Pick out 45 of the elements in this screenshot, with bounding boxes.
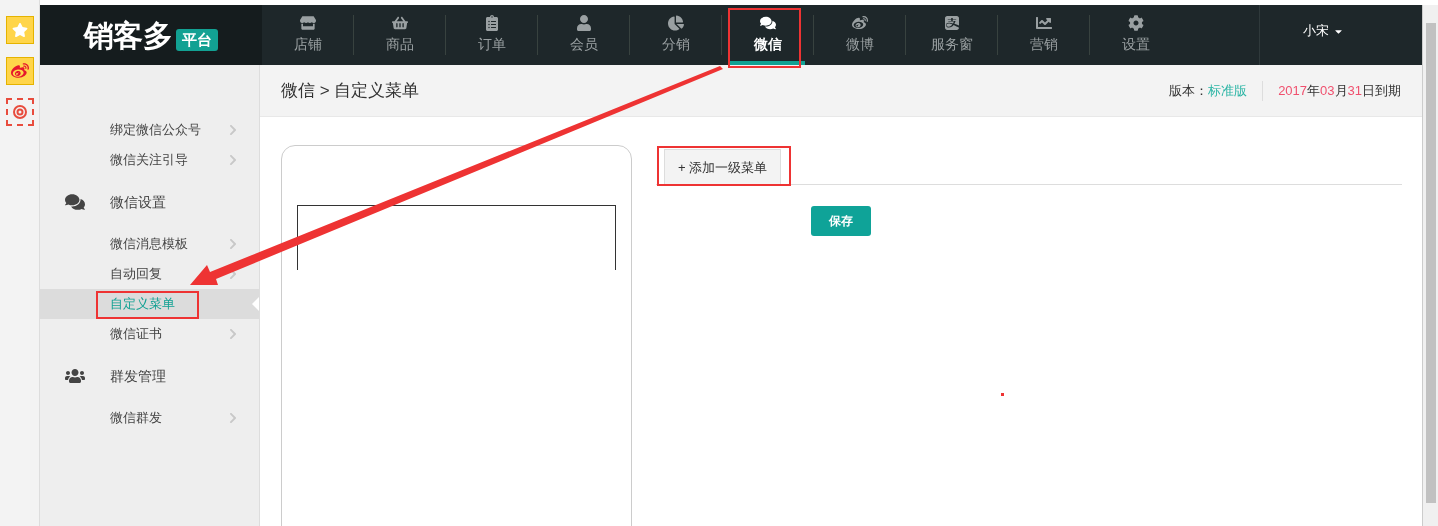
nav-tab[interactable]: 微博 bbox=[814, 5, 905, 65]
user-menu[interactable]: 小宋 bbox=[1260, 5, 1386, 65]
nav-tab[interactable]: 营销 bbox=[998, 5, 1089, 65]
settings-icon bbox=[1128, 15, 1144, 31]
basket-icon bbox=[391, 15, 408, 31]
nav-tab[interactable]: 微信 bbox=[722, 5, 813, 65]
sidebar-item[interactable]: 微信关注引导 bbox=[40, 145, 259, 175]
nav-tab[interactable]: 设置 bbox=[1090, 5, 1182, 65]
scrollbar-thumb[interactable] bbox=[1425, 23, 1436, 503]
sidebar-item[interactable]: 微信证书 bbox=[40, 319, 259, 349]
expiry-date: 2017年03月31日到期 bbox=[1278, 81, 1401, 100]
version-label: 版本：标准版 bbox=[1169, 81, 1248, 100]
chevron-icon bbox=[227, 328, 239, 340]
store-icon bbox=[299, 15, 316, 31]
chevron-icon bbox=[227, 238, 239, 250]
chevron-icon bbox=[227, 412, 239, 424]
pointer-notch bbox=[252, 297, 259, 311]
breadcrumb: 微信 > 自定义菜单 bbox=[281, 79, 421, 102]
alipay-icon bbox=[943, 15, 960, 31]
chevron-icon bbox=[227, 124, 239, 136]
clipboard-icon bbox=[483, 15, 500, 31]
chat-bubbles-icon bbox=[65, 192, 85, 212]
sidebar-item[interactable]: 微信群发 bbox=[40, 403, 259, 433]
nav-tab[interactable]: 分销 bbox=[630, 5, 721, 65]
logo-text: 销客多 bbox=[84, 17, 172, 54]
nav-tab[interactable]: 店铺 bbox=[262, 5, 353, 65]
users-icon bbox=[65, 366, 85, 386]
nav-tab[interactable]: 商品 bbox=[354, 5, 445, 65]
sidebar-group[interactable]: 微信设置 bbox=[40, 175, 259, 229]
nav-tab[interactable]: 订单 bbox=[446, 5, 537, 65]
chart-icon bbox=[1035, 15, 1052, 31]
platform-badge: 平台 bbox=[175, 28, 218, 52]
chat-bubbles-icon bbox=[759, 15, 776, 31]
sidebar-group[interactable]: 群发管理 bbox=[40, 349, 259, 403]
nav-tab[interactable]: 服务窗 bbox=[906, 5, 997, 65]
weibo-icon[interactable] bbox=[5, 57, 34, 85]
chevron-icon bbox=[227, 154, 239, 166]
sidebar-item[interactable]: 绑定微信公众号 bbox=[40, 115, 259, 145]
add-menu-tab[interactable]: + 添加一级菜单 bbox=[664, 149, 782, 185]
user-icon bbox=[575, 15, 592, 31]
scrollbar[interactable] bbox=[1422, 5, 1438, 526]
nav-tab[interactable]: 会员 bbox=[538, 5, 629, 65]
pie-chart-icon bbox=[667, 15, 684, 31]
weibo-icon bbox=[851, 15, 868, 31]
sidebar-item[interactable]: 微信消息模板 bbox=[40, 229, 259, 259]
